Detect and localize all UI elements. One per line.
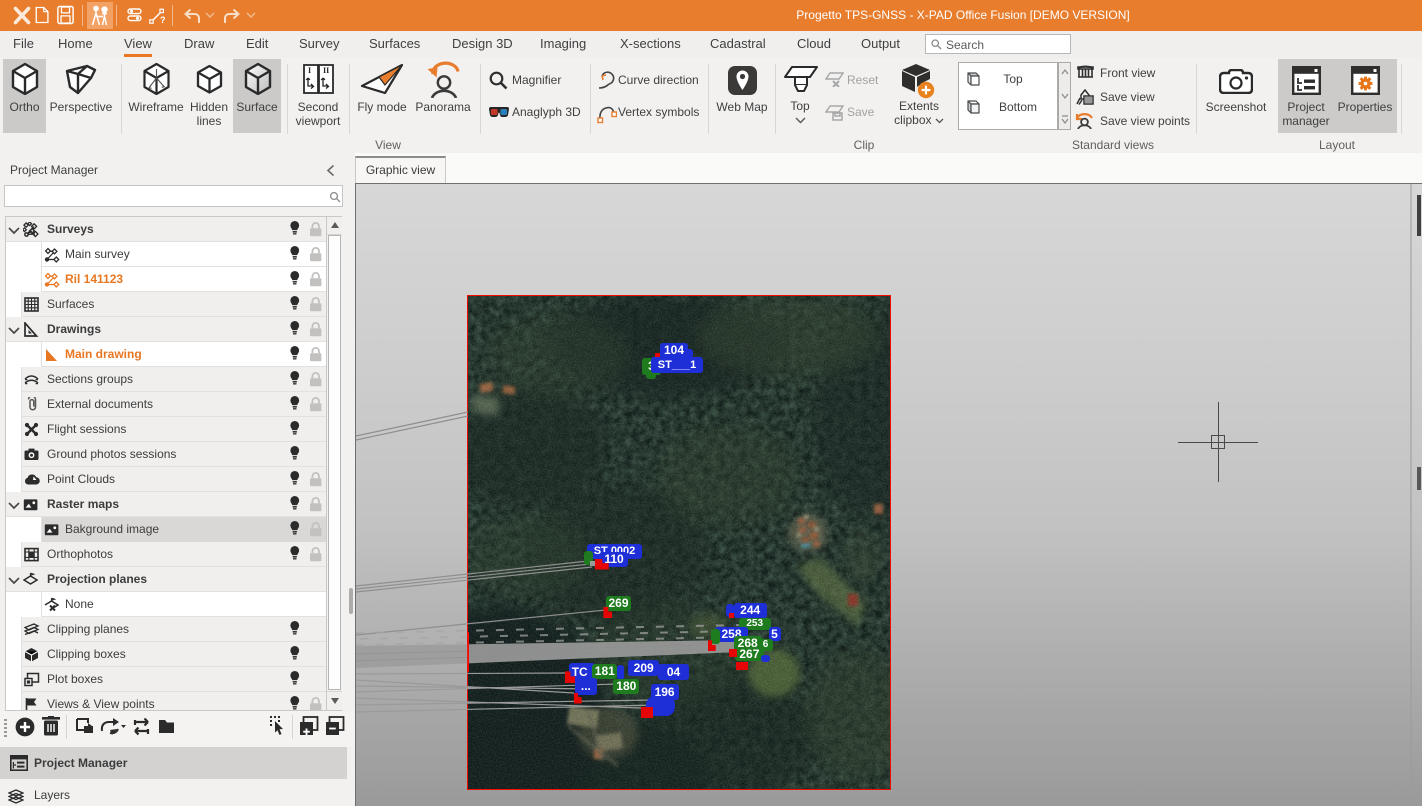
svg-text:?: ? — [160, 15, 166, 24]
svg-text:II: II — [323, 66, 329, 75]
svg-text:I: I — [308, 66, 311, 75]
